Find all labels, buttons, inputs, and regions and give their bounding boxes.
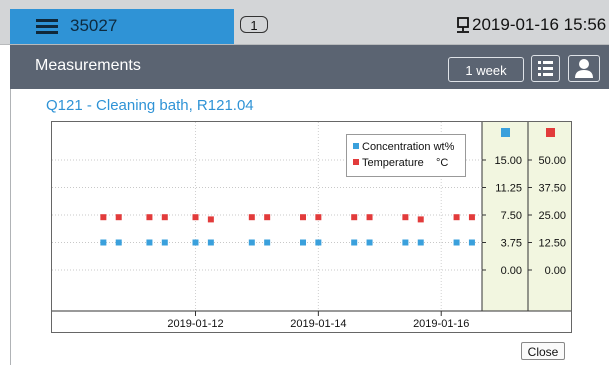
time-range-button[interactable]: 1 week [448,57,524,82]
temperature-point [300,214,307,221]
concentration-point [248,239,255,246]
network-icon [457,17,469,33]
concentration-axis-swatch [501,128,510,137]
y-tick-label-concentration: 11.25 [495,183,522,195]
close-button[interactable]: Close [521,342,565,360]
y-tick-label-concentration: 3.75 [501,238,522,250]
temperature-point [402,214,409,221]
temperature-axis-swatch [546,128,555,137]
concentration-point [366,239,373,246]
legend-unit-concentration: wt% [433,141,455,153]
concentration-point [402,239,409,246]
legend-label-concentration: Concentration [362,141,431,153]
list-view-button[interactable] [531,55,560,82]
temperature-point [264,214,271,221]
concentration-point [315,239,322,246]
legend-unit-temperature: °C [436,157,449,169]
concentration-point [161,239,168,246]
user-icon [575,59,593,78]
concentration-point [417,239,424,246]
top-bar: 35027 1 2019-01-16 15:56 [0,0,609,45]
chart-title: Q121 - Cleaning bath, R121.04 [46,97,254,114]
legend-item-concentration: Concentration wt% [353,140,454,154]
y-tick-label-temperature: 37.50 [538,183,566,195]
temperature-point [453,214,460,221]
y-tick-label-temperature: 50.00 [538,155,566,167]
temperature-point [417,216,424,223]
device-id: 35027 [70,16,118,35]
list-icon [538,61,553,76]
chart-frame: 15.00 50.00 11.25 37.50 7.50 25.00 3.75 12.50 0.… [51,121,572,333]
temperature-point [351,214,358,221]
y-tick-label-temperature: 25.00 [538,210,566,222]
concentration-point [351,239,358,246]
temperature-point [100,214,107,221]
y-tick-label-concentration: 7.50 [501,210,522,222]
temperature-point [192,214,199,221]
y-tick-label-concentration: 0.00 [501,265,522,277]
x-tick-label: 2019-01-14 [290,318,346,330]
concentration-point [453,239,460,246]
chart-legend: Concentration wt% Temperature °C [346,134,466,177]
temperature-point [248,214,255,221]
concentration-point [468,239,475,246]
concentration-point [100,239,107,246]
temperature-point [161,214,168,221]
y-tick-label-concentration: 15.00 [494,155,522,167]
x-tick-label: 2019-01-16 [413,318,469,330]
legend-swatch-concentration [353,143,359,149]
user-button[interactable] [568,55,600,82]
page-header: Measurements 1 week [10,45,609,89]
x-tick-label: 2019-01-12 [167,318,223,330]
page-title: Measurements [35,57,141,74]
datetime: 2019-01-16 15:56 [472,15,607,34]
notification-badge[interactable]: 1 [240,16,268,33]
temperature-point [207,216,214,223]
temperature-point [146,214,153,221]
legend-item-temperature: Temperature °C [353,156,448,170]
concentration-point [264,239,271,246]
y-tick-label-temperature: 0.00 [545,265,566,277]
y-tick-label-temperature: 12.50 [538,238,566,250]
temperature-point [366,214,373,221]
concentration-point [146,239,153,246]
chart-plot: 15.00 50.00 11.25 37.50 7.50 25.00 3.75 12.50 0.… [52,122,571,330]
concentration-point [115,239,122,246]
concentration-point [207,239,214,246]
legend-swatch-temperature [353,159,359,165]
temperature-point [315,214,322,221]
temperature-point [468,214,475,221]
temperature-point [115,214,122,221]
concentration-point [192,239,199,246]
device-selector[interactable]: 35027 [10,9,234,44]
hamburger-icon[interactable] [36,19,58,35]
concentration-point [300,239,307,246]
legend-label-temperature: Temperature [362,157,424,169]
